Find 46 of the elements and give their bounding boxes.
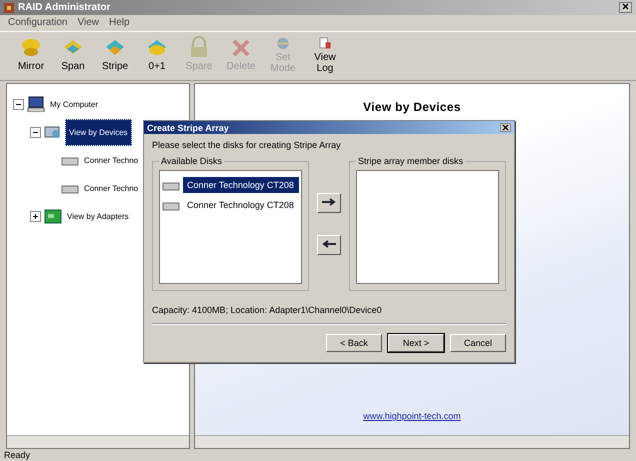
cancel-button[interactable]: Cancel	[450, 334, 506, 352]
disk-list-item[interactable]: Conner Technology CT208	[183, 197, 299, 213]
app-icon	[4, 2, 14, 12]
arrow-left-icon	[321, 239, 337, 249]
status-text: Ready	[3, 449, 32, 461]
menu-item[interactable]: View	[77, 17, 99, 29]
toolbar-button[interactable]: 0+1	[138, 34, 176, 76]
circuit-board-icon	[44, 208, 62, 224]
close-icon	[502, 124, 509, 131]
remove-button[interactable]	[317, 234, 341, 254]
collapse-toggle-icon[interactable]	[30, 126, 41, 138]
tree-item[interactable]: Conner Techno	[82, 154, 140, 166]
close-button[interactable]	[500, 123, 511, 132]
dialog-title: Create Stripe Array	[147, 122, 229, 132]
back-button[interactable]: < Back	[326, 334, 382, 352]
member-disks-list[interactable]	[356, 170, 499, 284]
horizontal-scrollbar[interactable]	[7, 435, 189, 448]
tree-item[interactable]: View by Adapters	[65, 210, 131, 222]
tree-item[interactable]: Conner Techno	[82, 182, 140, 194]
available-disks-list[interactable]: Conner Technology CT208 Conner Technology CT208	[159, 170, 302, 284]
tree-item[interactable]: My Computer	[48, 98, 100, 110]
window-title: RAID Administrator	[18, 2, 110, 13]
dialog-prompt: Please select the disks for creating Stripe Array	[152, 140, 342, 150]
add-button[interactable]	[317, 192, 341, 212]
monitor-icon	[44, 124, 62, 140]
close-button[interactable]	[619, 2, 632, 13]
tree-item[interactable]: View by Devices	[65, 118, 132, 146]
toolbar-button[interactable]: Stripe	[96, 34, 134, 76]
menu-item[interactable]: Help	[108, 17, 130, 29]
close-icon	[622, 3, 629, 10]
menu-item[interactable]: Configuration	[8, 17, 68, 29]
next-button[interactable]: Next >	[388, 334, 444, 352]
view-heading: View by Devices	[363, 100, 461, 114]
horizontal-scrollbar[interactable]	[195, 435, 629, 448]
disk-list-item[interactable]: Conner Technology CT208	[183, 177, 299, 193]
website-link[interactable]: www.highpoint-tech.com	[363, 411, 461, 421]
group-label: Available Disks	[160, 156, 223, 166]
disk-info-text: Capacity: 4100MB; Location: Adapter1\Channel0\Device0	[152, 305, 383, 315]
group-label: Stripe array member disks	[357, 156, 464, 166]
arrow-right-icon	[321, 197, 337, 207]
collapse-toggle-icon[interactable]	[13, 98, 24, 110]
toolbar-button[interactable]: Mirror	[12, 34, 50, 76]
toolbar-button[interactable]: Span	[54, 34, 92, 76]
computer-icon	[27, 96, 45, 112]
toolbar-button[interactable]: View Log	[306, 34, 344, 76]
expand-toggle-icon[interactable]	[30, 210, 41, 222]
